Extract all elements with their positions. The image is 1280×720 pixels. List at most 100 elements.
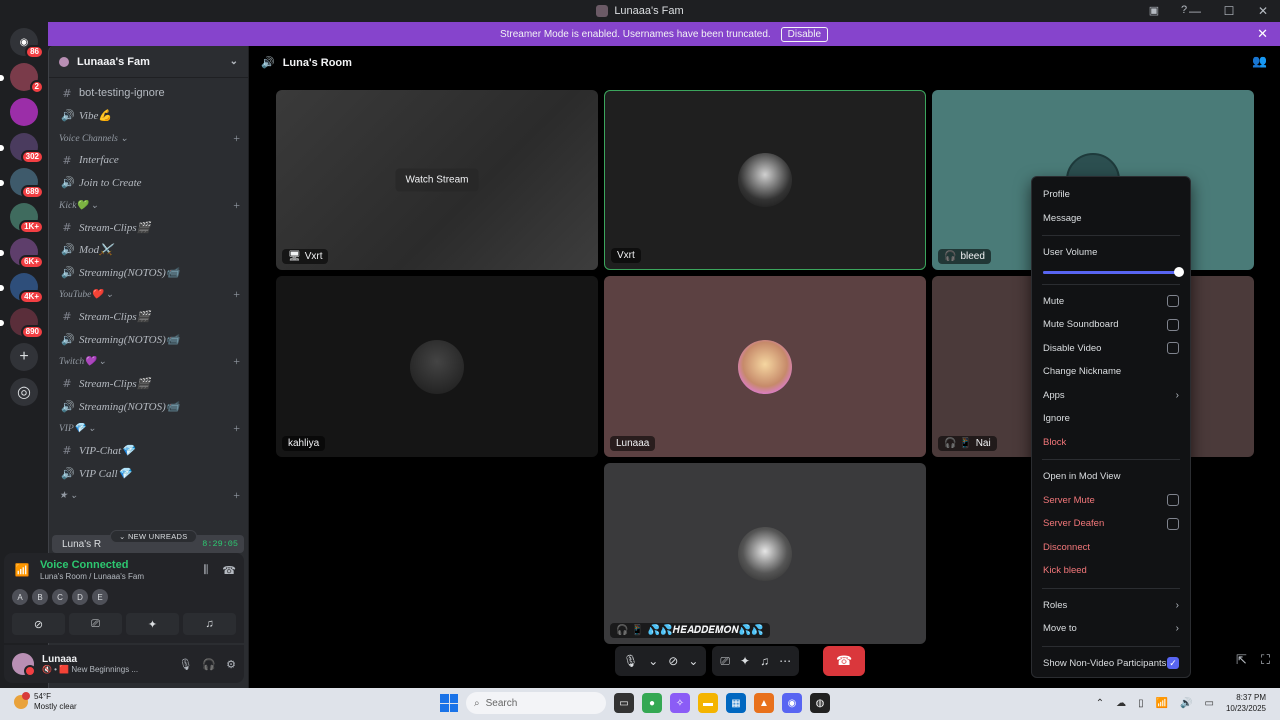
channel-item[interactable]: # Interface xyxy=(57,149,240,172)
participant-avatar[interactable]: C xyxy=(52,589,68,605)
server-header[interactable]: Lunaaa's Fam ⌄ xyxy=(49,46,248,78)
camera-off-icon[interactable]: ⊘ xyxy=(668,654,678,668)
fullscreen-icon[interactable]: ⛶ xyxy=(1261,652,1270,668)
server-folder-icon[interactable]: 4K+ xyxy=(0,273,44,304)
more-icon[interactable]: ⋯ xyxy=(779,654,791,668)
channel-category[interactable]: YouTube❤️ ⌄ + xyxy=(57,284,240,306)
checkbox[interactable] xyxy=(1167,295,1179,308)
popout-icon[interactable]: ⇱ xyxy=(1236,652,1247,668)
menu-item-mute-soundboard[interactable]: Mute Soundboard xyxy=(1038,313,1184,337)
menu-item-apps[interactable]: Apps › xyxy=(1038,384,1184,408)
checkbox[interactable] xyxy=(1167,342,1179,355)
copilot-icon[interactable]: ✧ xyxy=(670,693,690,713)
menu-item-server-deafen[interactable]: Server Deafen xyxy=(1038,512,1184,536)
store-icon[interactable]: ▦ xyxy=(726,693,746,713)
channel-item[interactable]: 🔊 Streaming(NOTOS)📹 xyxy=(57,261,240,284)
mouse-icon[interactable]: ▯ xyxy=(1138,698,1144,709)
menu-item-open-mod-view[interactable]: Open in Mod View xyxy=(1038,465,1184,489)
battery-icon[interactable]: ▭ xyxy=(1205,698,1214,709)
add-channel-icon[interactable]: + xyxy=(233,354,240,369)
video-tile[interactable]: 🎧 📱 💦💦𝑯𝑬𝑨𝑫𝑫𝑬𝑴𝑶𝑵💦💦 xyxy=(604,463,926,644)
server-folder-icon[interactable]: 1K+ xyxy=(10,203,44,234)
add-channel-icon[interactable]: + xyxy=(233,488,240,503)
gear-icon[interactable]: ⚙ xyxy=(226,658,236,671)
microphone-icon[interactable]: 🎙 xyxy=(623,654,638,668)
participant-avatar[interactable]: E xyxy=(92,589,108,605)
video-tile[interactable]: Watch Stream 🖥 Vxrt xyxy=(276,90,598,270)
channel-item[interactable]: 🔊 Vibe💪 xyxy=(57,105,240,128)
channel-category[interactable]: Twitch💜 ⌄ + xyxy=(57,351,240,373)
close-icon[interactable]: ✕ xyxy=(1257,26,1268,42)
maximize-button[interactable]: ☐ xyxy=(1220,4,1238,18)
menu-item-disconnect[interactable]: Disconnect xyxy=(1038,536,1184,560)
slider-handle[interactable] xyxy=(1174,266,1184,277)
close-window-button[interactable]: ✕ xyxy=(1254,4,1272,18)
channel-item[interactable]: 🔊 Streaming(NOTOS)📹 xyxy=(57,328,240,351)
server-folder-icon[interactable]: 890 xyxy=(0,308,44,339)
participant-avatar[interactable]: D xyxy=(72,589,88,605)
headphones-icon[interactable]: 🎧 xyxy=(202,658,216,671)
voice-location[interactable]: Luna's Room / Lunaaa's Fam xyxy=(40,572,144,581)
server-folder-icon[interactable]: 689 xyxy=(0,168,44,199)
menu-item-message[interactable]: Message xyxy=(1038,207,1184,231)
soundboard-icon[interactable]: ♫ xyxy=(760,654,769,668)
channel-category[interactable]: Kick💚 ⌄ + xyxy=(57,194,240,216)
weather-widget[interactable]: 54°F Mostly clear xyxy=(14,692,77,712)
obs-icon[interactable]: ◍ xyxy=(810,693,830,713)
channel-item[interactable]: 🔊 Streaming(NOTOS)📹 xyxy=(57,395,240,418)
activities-icon[interactable]: ✦ xyxy=(126,613,179,635)
chevron-down-icon[interactable]: ⌄ xyxy=(648,654,658,668)
file-explorer-icon[interactable]: ▬ xyxy=(698,693,718,713)
channel-item[interactable]: # VIP-Chat💎 xyxy=(57,440,240,463)
camera-off-icon[interactable]: ⊘ xyxy=(12,613,65,635)
channel-item[interactable]: 🔊 Join to Create xyxy=(57,172,240,195)
video-tile[interactable]: Vxrt xyxy=(604,90,926,270)
screen-share-icon[interactable]: ⎚ xyxy=(69,613,122,635)
menu-item-ignore[interactable]: Ignore xyxy=(1038,407,1184,431)
inbox-icon[interactable]: ▣ xyxy=(1146,2,1162,18)
avatar[interactable] xyxy=(12,653,36,677)
cloud-icon[interactable]: ☁ xyxy=(1116,698,1126,709)
channel-category[interactable]: ★ ⌄ + xyxy=(57,485,240,507)
menu-item-profile[interactable]: Profile xyxy=(1038,183,1184,207)
checkbox-checked[interactable]: ✓ xyxy=(1167,657,1179,670)
checkbox[interactable] xyxy=(1167,318,1179,331)
channel-category[interactable]: VIP💎 ⌄ + xyxy=(57,418,240,440)
channel-item[interactable]: # Stream-Clips🎬 xyxy=(57,216,240,239)
server-icon[interactable] xyxy=(10,98,38,126)
add-channel-icon[interactable]: + xyxy=(233,131,240,146)
clock[interactable]: 8:37 PM 10/23/2025 xyxy=(1226,692,1266,714)
windows-start-icon[interactable] xyxy=(440,694,458,712)
add-channel-icon[interactable]: + xyxy=(233,421,240,436)
menu-item-block[interactable]: Block xyxy=(1038,431,1184,455)
add-channel-icon[interactable]: + xyxy=(233,287,240,302)
video-tile[interactable]: Lunaaa xyxy=(604,276,926,457)
members-icon[interactable]: 👥 xyxy=(1252,54,1270,72)
chevron-up-icon[interactable]: ⌃ xyxy=(1096,698,1104,709)
channel-item[interactable]: 🔊 Mod⚔️ xyxy=(57,239,240,262)
new-unreads-pill[interactable]: ⌄ NEW UNREADS xyxy=(110,530,197,543)
add-channel-icon[interactable]: + xyxy=(233,198,240,213)
channel-item[interactable]: # Stream-Clips🎬 xyxy=(57,306,240,329)
wifi-icon[interactable]: 📶 xyxy=(1156,698,1168,709)
screen-share-icon[interactable]: ⎚ xyxy=(720,654,730,669)
channel-category[interactable]: Voice Channels ⌄ + xyxy=(57,127,240,149)
explore-icon[interactable]: ◎ xyxy=(10,378,38,406)
noise-suppression-icon[interactable]: ⫼ xyxy=(203,564,208,577)
watch-stream-button[interactable]: Watch Stream xyxy=(395,168,479,192)
checkbox[interactable] xyxy=(1167,517,1179,530)
server-icon[interactable]: 2 xyxy=(0,63,44,94)
menu-item-move-to[interactable]: Move to › xyxy=(1038,617,1184,641)
menu-item-kick[interactable]: Kick bleed xyxy=(1038,559,1184,583)
menu-item-show-non-video[interactable]: Show Non-Video Participants ✓ xyxy=(1038,652,1184,676)
checkbox[interactable] xyxy=(1167,494,1179,507)
disconnect-icon[interactable]: ☎ xyxy=(222,564,236,577)
channel-item[interactable]: 🔊 VIP Call💎 xyxy=(57,462,240,485)
disable-streamer-mode-button[interactable]: Disable xyxy=(780,26,829,42)
menu-item-mute[interactable]: Mute xyxy=(1038,290,1184,314)
chevron-down-icon[interactable]: ⌄ xyxy=(688,654,698,668)
app-icon[interactable]: ▲ xyxy=(754,693,774,713)
participant-avatar[interactable]: B xyxy=(32,589,48,605)
disconnect-call-button[interactable]: ☎ xyxy=(823,646,866,676)
discord-home-icon[interactable]: ◉ 86 xyxy=(10,28,44,59)
